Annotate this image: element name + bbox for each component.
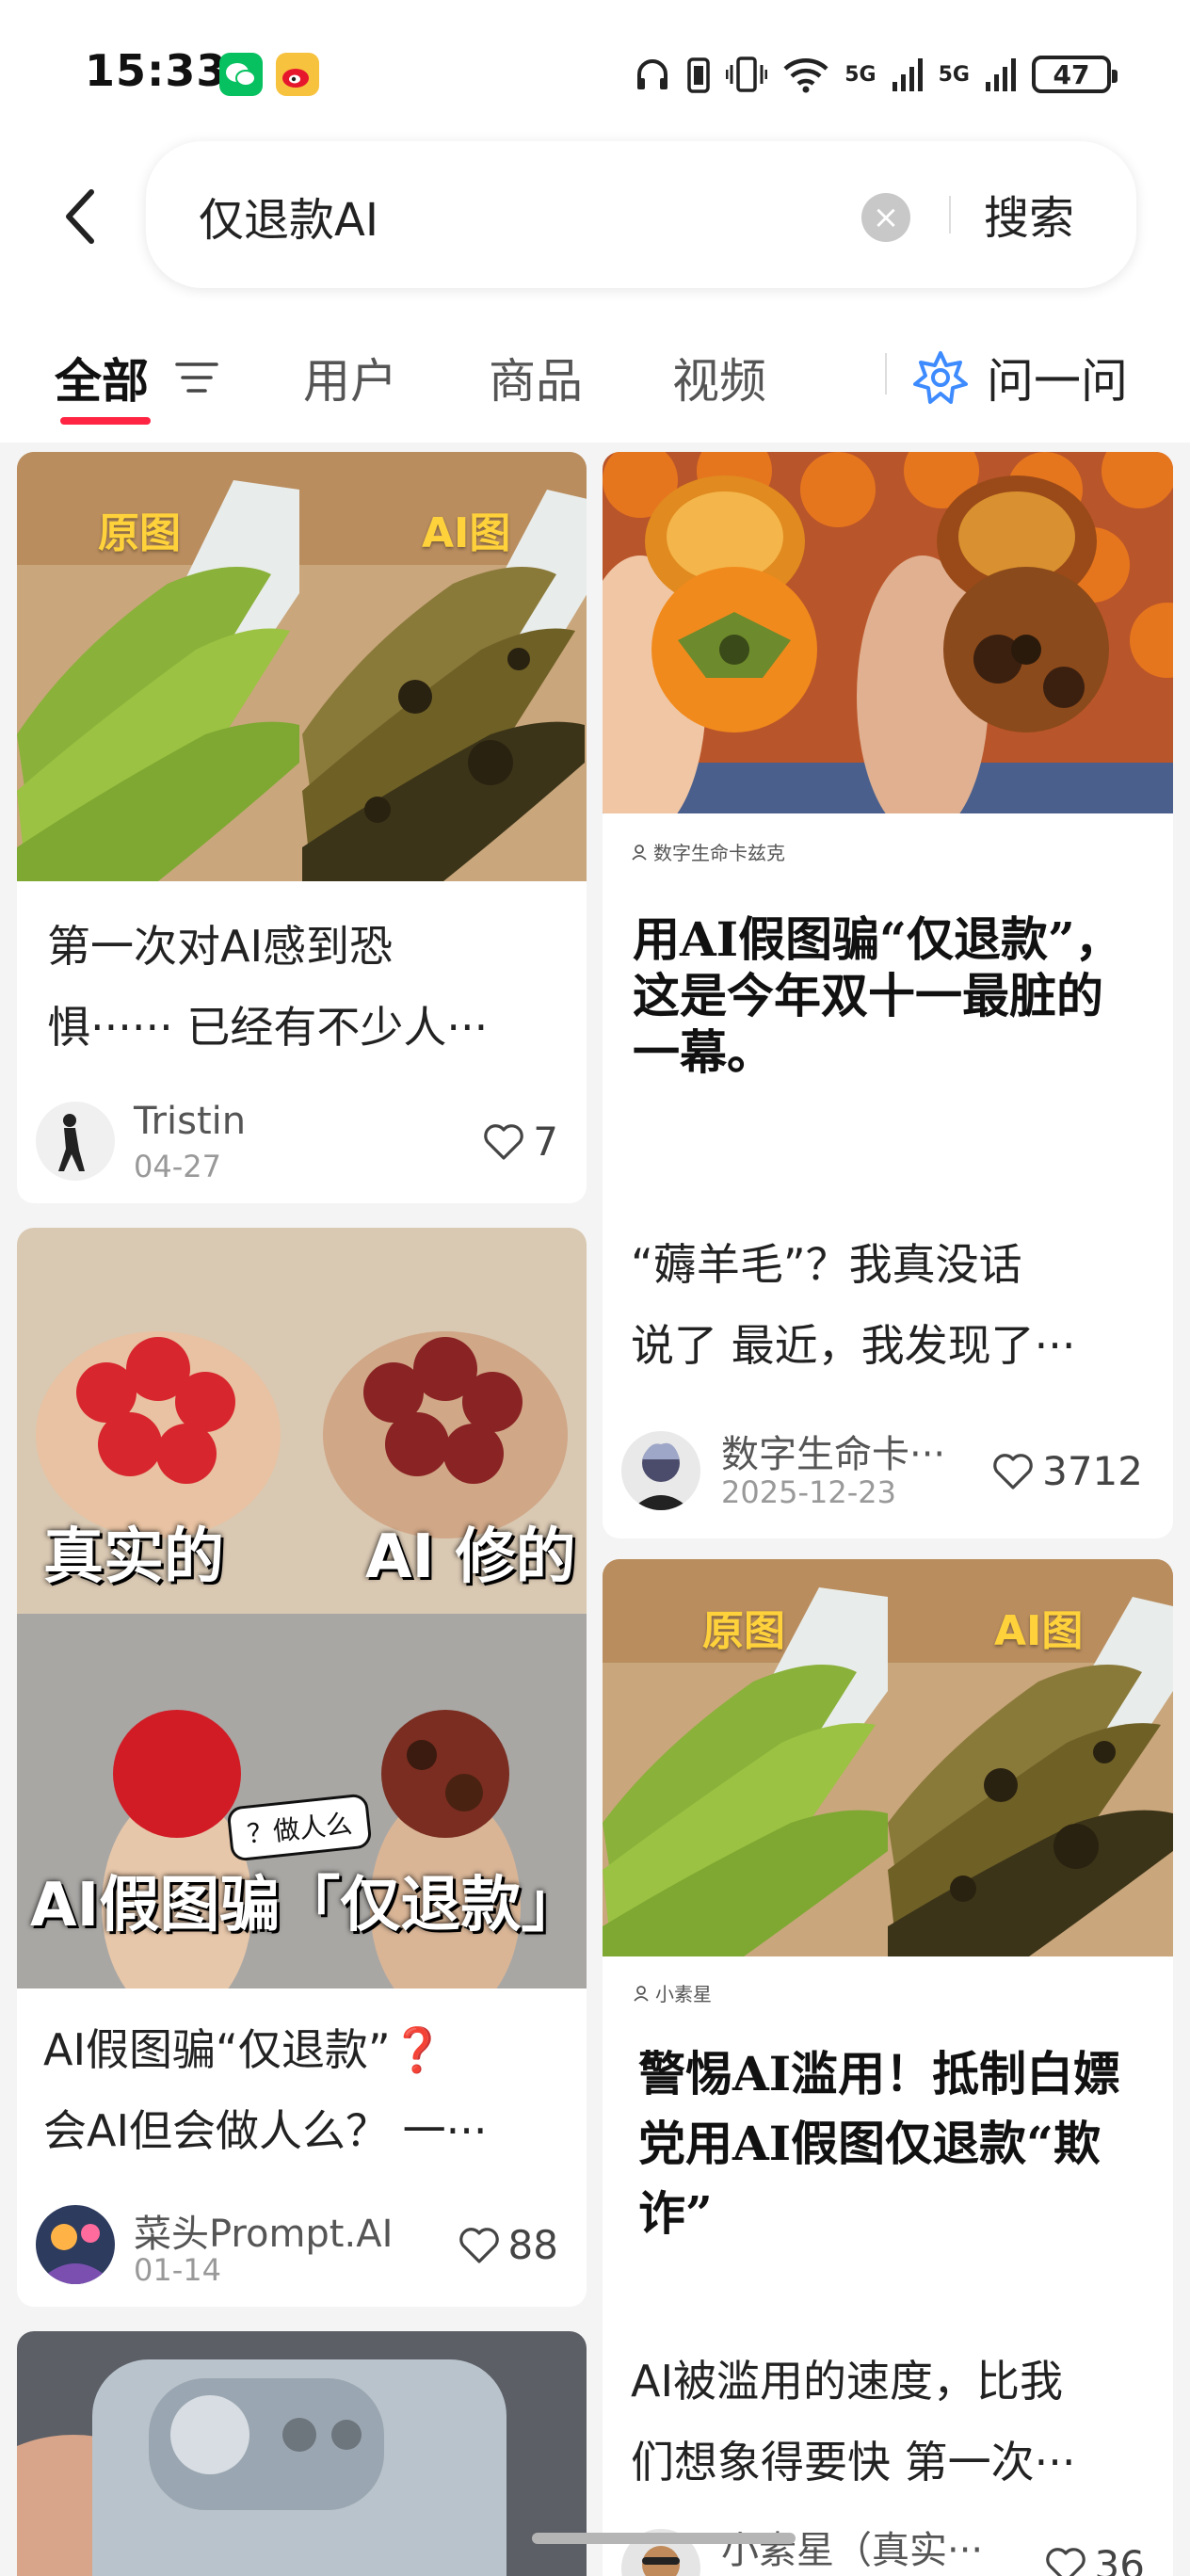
like-count: 3712 bbox=[1042, 1448, 1143, 1494]
cover-banner: AI假图骗「仅退款」 bbox=[30, 1871, 582, 1940]
heart-icon bbox=[484, 1123, 524, 1160]
user-icon bbox=[634, 1985, 649, 2002]
note-excerpt-line-2: 说了 最近，我发现了··· bbox=[631, 1320, 1076, 1371]
vibrate-icon bbox=[726, 56, 768, 92]
ai-label: AI图 bbox=[422, 509, 511, 557]
note-title-line-1: AI假图骗“仅退款”❓ bbox=[43, 2024, 444, 2075]
original-label: 原图 bbox=[98, 509, 181, 557]
article-card[interactable]: 原图 AI图 小素星 警惕AI滥用！抵制白嫖党用AI假图仅退款“欺诈” AI被滥… bbox=[603, 1559, 1173, 2576]
note-cover-image[interactable]: 真实的 AI 修的 ？做人么 AI假图骗「仅退款」 bbox=[17, 1228, 587, 1988]
weibo-notification-icon bbox=[276, 53, 319, 96]
battery-indicator: 47 bbox=[1032, 56, 1118, 93]
signal-icon-2 bbox=[986, 58, 1016, 91]
phone-battery-icon bbox=[687, 57, 710, 93]
author-name[interactable]: 数字生命卡··· bbox=[721, 1424, 945, 1478]
like-count: 36 bbox=[1094, 2542, 1145, 2576]
note-card[interactable]: 真实的 AI 修的 ？做人么 AI假图骗「仅退款」 AI假图骗“仅退款”❓ 会A… bbox=[17, 1228, 587, 2307]
article-cover-image[interactable] bbox=[603, 452, 1173, 813]
note-cover-image[interactable] bbox=[17, 2331, 587, 2576]
author-name[interactable]: Tristin bbox=[134, 1100, 246, 1143]
filter-icon[interactable] bbox=[175, 359, 218, 396]
tab-divider bbox=[885, 353, 887, 394]
like-button[interactable]: 7 bbox=[482, 1119, 558, 1165]
note-excerpt-line-2: 们想象得要快 第一次··· bbox=[631, 2437, 1076, 2487]
article-source-name: 数字生命卡兹克 bbox=[653, 842, 785, 864]
avatar[interactable] bbox=[36, 1102, 115, 1181]
home-indicator[interactable] bbox=[532, 2533, 796, 2544]
post-date: 2025-12-23 bbox=[721, 1474, 896, 1510]
note-title-line-2: 惧······ 已经有不少人··· bbox=[47, 1002, 489, 1053]
chevron-left-icon bbox=[66, 189, 94, 244]
heart-icon bbox=[458, 2227, 499, 2263]
original-label: 原图 bbox=[702, 1607, 785, 1655]
search-header: 仅退款AI × 搜索 bbox=[0, 141, 1190, 306]
back-button[interactable] bbox=[47, 179, 113, 254]
ai-edited-label: AI 修的 bbox=[365, 1522, 576, 1592]
avatar[interactable] bbox=[621, 1431, 700, 1510]
status-time: 15:33 bbox=[85, 45, 228, 96]
like-count: 7 bbox=[533, 1119, 558, 1165]
tab-all[interactable]: 全部 bbox=[55, 344, 149, 411]
network-type-2: 5G bbox=[938, 62, 970, 87]
heart-icon bbox=[993, 1453, 1033, 1489]
tab-videos[interactable]: 视频 bbox=[672, 344, 766, 411]
status-icons: 5G 5G 47 bbox=[634, 53, 1118, 96]
search-divider bbox=[949, 196, 951, 233]
note-title-line-1: 第一次对AI感到恐 bbox=[47, 921, 394, 972]
heart-icon bbox=[1045, 2547, 1085, 2576]
note-excerpt-line-1: “薅羊毛”？我真没话 bbox=[631, 1239, 1022, 1290]
article-card[interactable]: 数字生命卡兹克 用AI假图骗“仅退款”，这是今年双十一最脏的一幕。 “薅羊毛”？… bbox=[603, 452, 1173, 1538]
results-feed: 原图 AI图 第一次对AI感到恐 惧······ 已经有不少人··· Trist… bbox=[0, 443, 1190, 2576]
author-name[interactable]: 小素星（真实··· bbox=[721, 2520, 983, 2574]
ask-label: 问一问 bbox=[987, 354, 1128, 409]
article-source: 小素星 bbox=[633, 1979, 712, 2006]
like-button[interactable]: 36 bbox=[1044, 2542, 1145, 2576]
like-button[interactable]: 88 bbox=[458, 2222, 558, 2268]
active-tab-indicator bbox=[60, 417, 151, 425]
tab-users[interactable]: 用户 bbox=[303, 344, 397, 411]
close-icon: × bbox=[872, 199, 900, 236]
note-title-line-2: 会AI但会做人么？ 一··· bbox=[43, 2105, 488, 2156]
post-date: 04-27 bbox=[134, 1149, 221, 1184]
network-type-1: 5G bbox=[844, 62, 876, 87]
note-card[interactable] bbox=[17, 2331, 587, 2576]
note-excerpt-line-1: AI被滥用的速度，比我 bbox=[631, 2356, 1064, 2407]
ask-ai-icon bbox=[913, 351, 968, 404]
like-button[interactable]: 3712 bbox=[991, 1448, 1143, 1494]
wechat-notification-icon bbox=[219, 53, 263, 96]
ai-label: AI图 bbox=[994, 1607, 1084, 1655]
clear-search-button[interactable]: × bbox=[861, 193, 910, 242]
author-name[interactable]: 菜头Prompt.AI bbox=[134, 2203, 393, 2258]
signal-icon-1 bbox=[892, 58, 923, 91]
like-count: 88 bbox=[507, 2222, 558, 2268]
filter-tabs: 全部 用户 商品 视频 问一问 bbox=[0, 306, 1190, 443]
note-card[interactable]: 原图 AI图 第一次对AI感到恐 惧······ 已经有不少人··· Trist… bbox=[17, 452, 587, 1203]
ask-button[interactable]: 问一问 bbox=[913, 344, 1128, 411]
search-bar[interactable]: 仅退款AI × 搜索 bbox=[146, 141, 1136, 288]
wifi-icon bbox=[783, 58, 828, 93]
note-cover-image[interactable]: 原图 AI图 bbox=[17, 452, 587, 881]
article-cover-image[interactable]: 原图 AI图 bbox=[603, 1559, 1173, 1956]
article-source-name: 小素星 bbox=[655, 1983, 712, 2005]
status-bar: 15:33 5G 5G 47 bbox=[0, 0, 1190, 141]
headphones-icon bbox=[637, 59, 668, 89]
tab-products[interactable]: 商品 bbox=[489, 344, 583, 411]
avatar[interactable] bbox=[36, 2205, 115, 2284]
article-title: 用AI假图骗“仅退款”，这是今年双十一最脏的一幕。 bbox=[633, 911, 1122, 1080]
post-date: 01-14 bbox=[134, 2252, 221, 2288]
article-title: 警惕AI滥用！抵制白嫖党用AI假图仅退款“欺诈” bbox=[638, 2046, 1121, 2241]
real-label: 真实的 bbox=[43, 1522, 224, 1592]
user-icon bbox=[632, 844, 647, 861]
article-source: 数字生命卡兹克 bbox=[631, 838, 785, 865]
search-button[interactable]: 搜索 bbox=[984, 181, 1074, 247]
search-input[interactable]: 仅退款AI bbox=[199, 183, 378, 249]
